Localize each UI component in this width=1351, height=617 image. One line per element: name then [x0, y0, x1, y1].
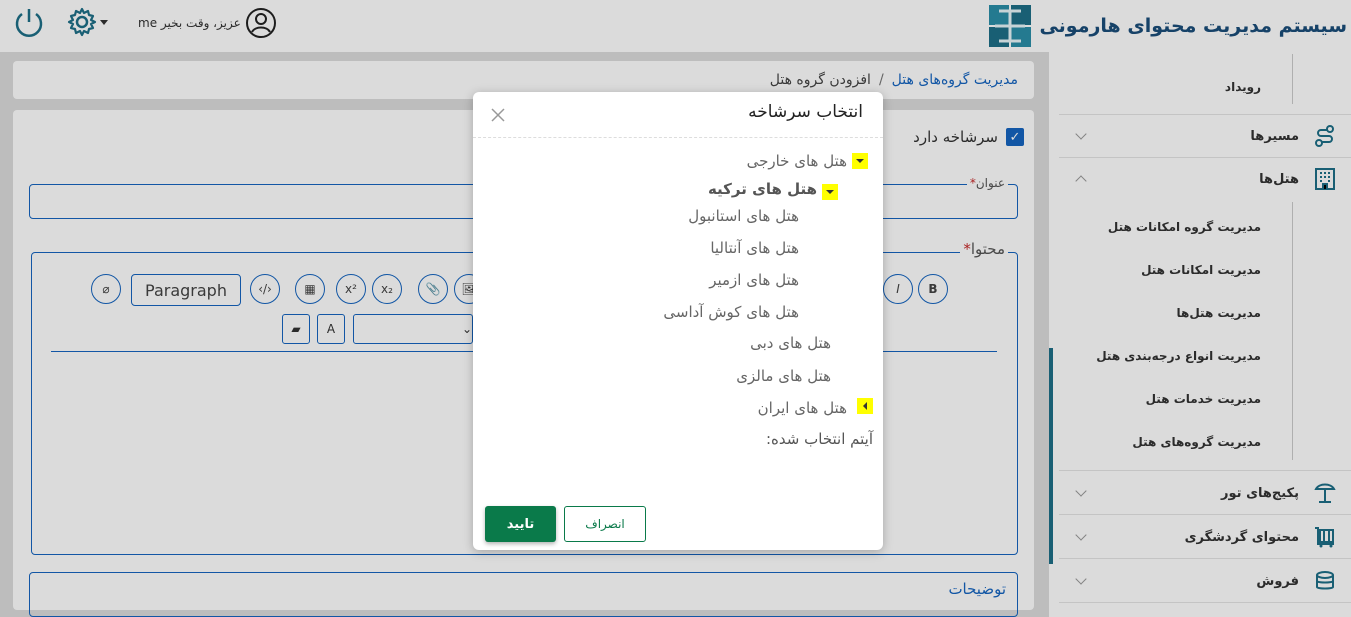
- tree-node-istanbul-hotels[interactable]: هتل های استانبول: [688, 207, 799, 225]
- caret-left-icon: [863, 402, 867, 410]
- tree-toggle-turkey[interactable]: [822, 184, 838, 200]
- tree-node-malaysia-hotels[interactable]: هتل های مالزی: [736, 367, 831, 385]
- cancel-button[interactable]: انصراف: [564, 506, 646, 542]
- select-parent-modal: انتخاب سرشاخه هتل های خارجی هتل های ترکی…: [473, 92, 883, 550]
- tree-node-kusadasi-hotels[interactable]: هتل های کوش آداسی: [663, 303, 799, 321]
- close-icon[interactable]: [489, 106, 507, 124]
- tree-node-dubai-hotels[interactable]: هتل های دبی: [750, 334, 831, 352]
- selected-item-label: آیتم انتخاب شده:: [766, 430, 873, 448]
- modal-title: انتخاب سرشاخه: [748, 102, 863, 122]
- caret-down-icon: [826, 190, 834, 194]
- caret-down-icon: [856, 159, 864, 163]
- modal-header: انتخاب سرشاخه: [473, 92, 883, 138]
- tree-node-izmir-hotels[interactable]: هتل های ازمیر: [709, 271, 799, 289]
- tree-toggle-iran[interactable]: [857, 398, 873, 414]
- tree-node-antalya-hotels[interactable]: هتل های آنتالیا: [710, 239, 799, 257]
- tree-node-foreign-hotels[interactable]: هتل های خارجی: [747, 152, 847, 170]
- tree-node-turkey-hotels[interactable]: هتل های ترکیه: [708, 180, 817, 198]
- confirm-button[interactable]: تایید: [485, 506, 556, 542]
- tree-toggle-foreign[interactable]: [852, 153, 868, 169]
- tree-node-iran-hotels[interactable]: هتل های ایران: [758, 399, 847, 417]
